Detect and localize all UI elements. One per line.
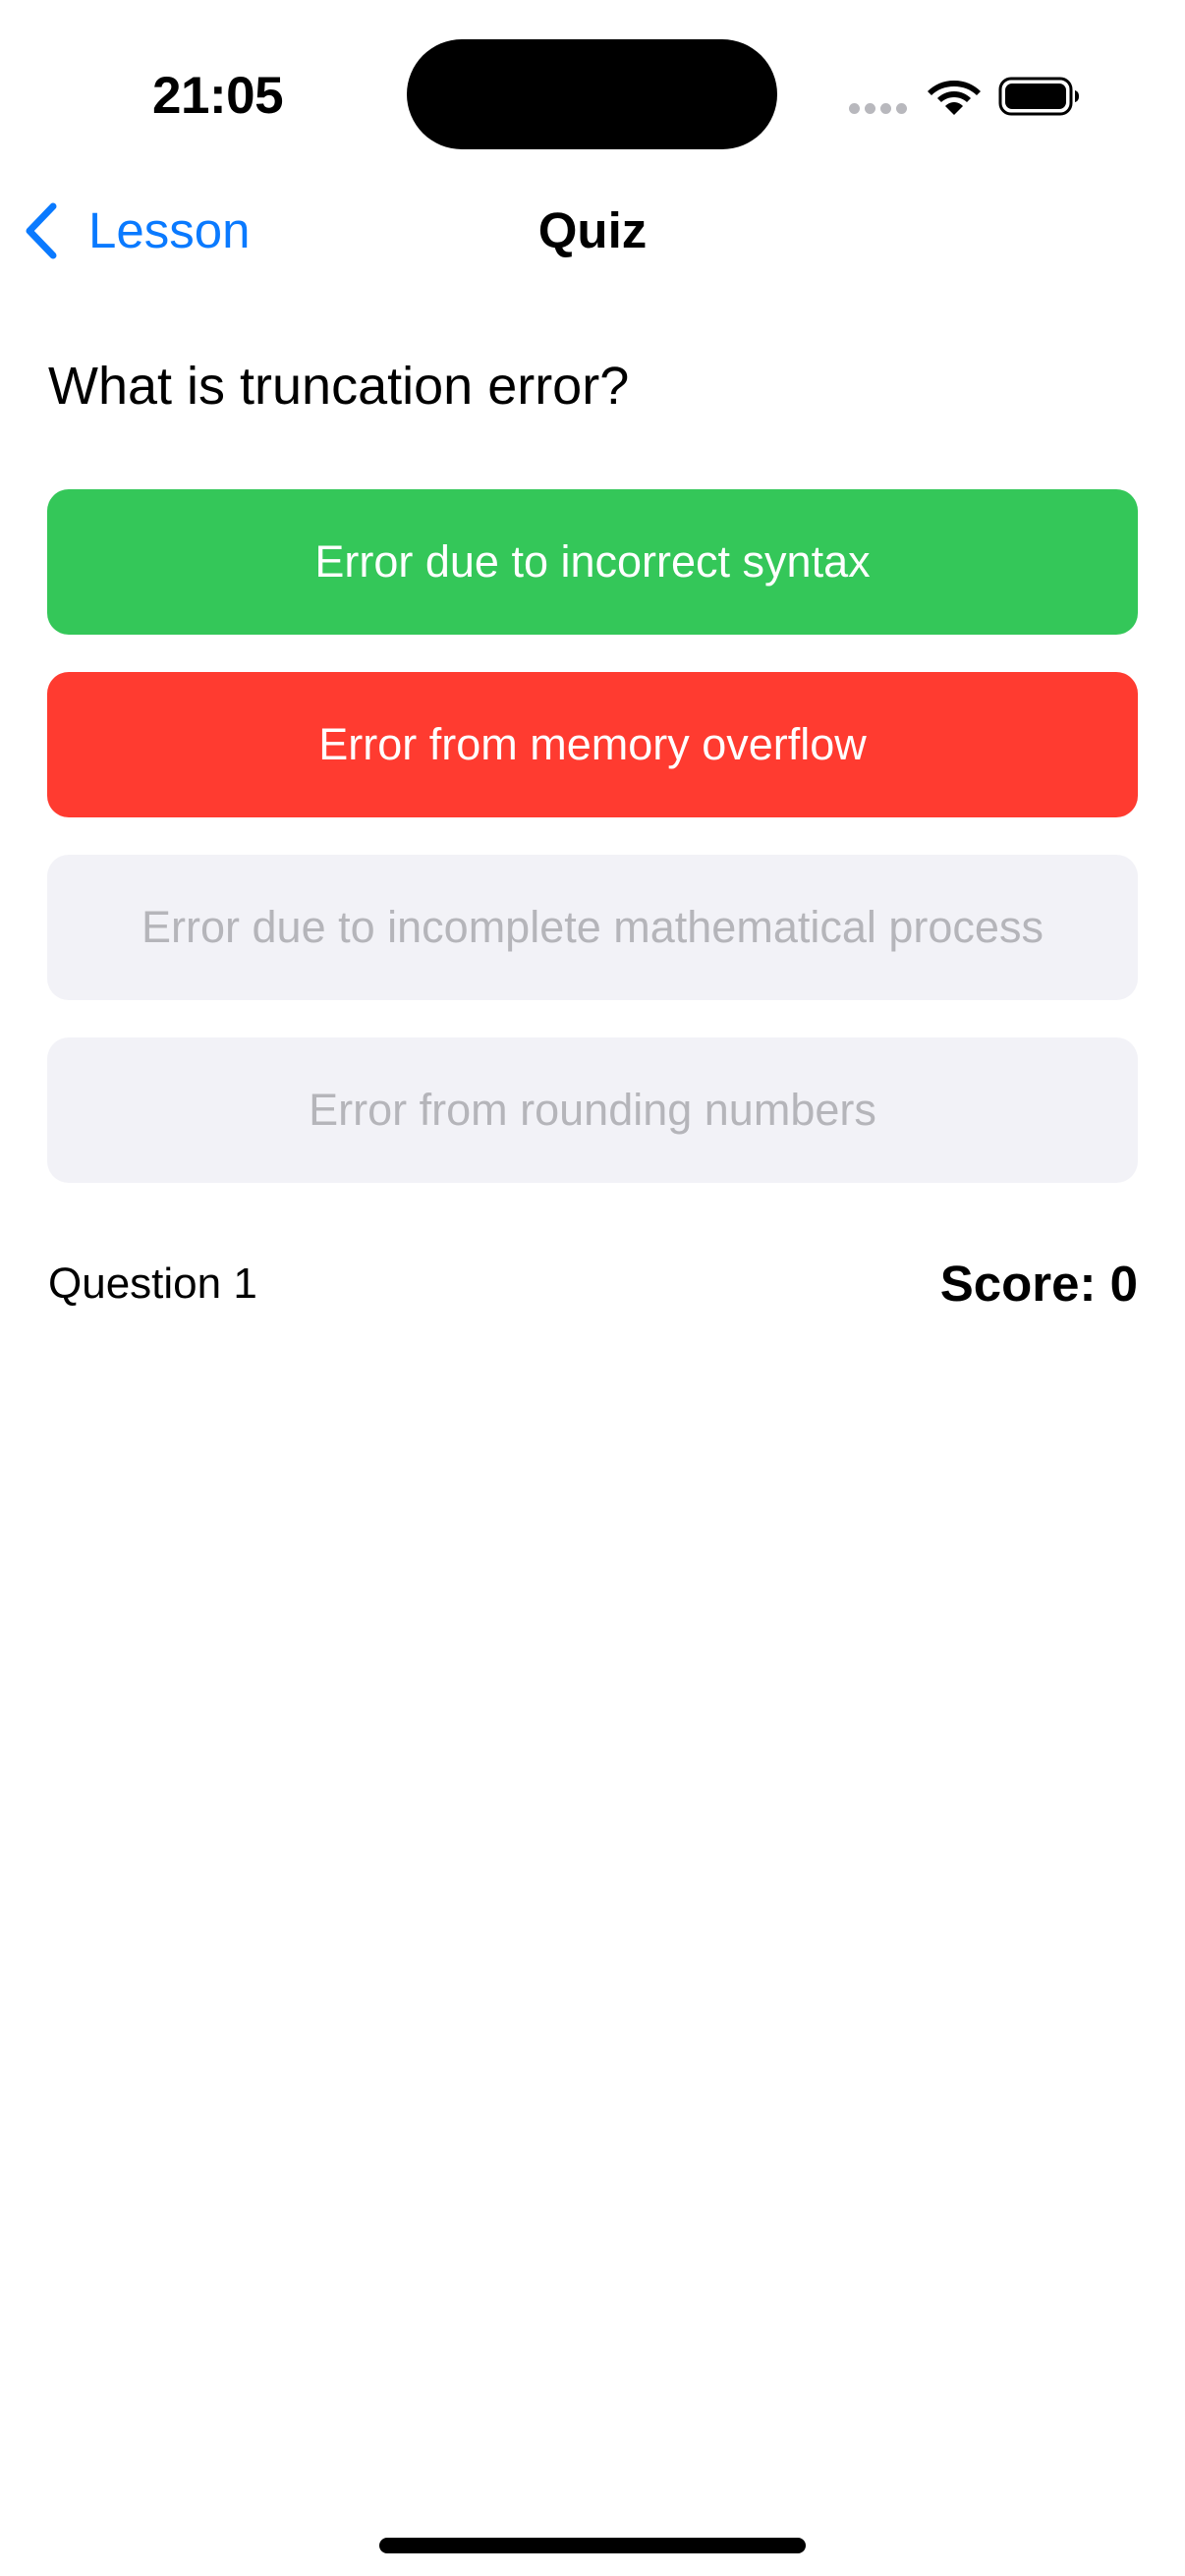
- answer-option-disabled[interactable]: Error from rounding numbers: [47, 1037, 1138, 1183]
- page-title: Quiz: [537, 202, 648, 258]
- question-number: Question 1: [48, 1260, 257, 1308]
- score-label: Score: 0: [939, 1256, 1138, 1312]
- wifi-icon: [928, 81, 981, 115]
- answer-option-correct[interactable]: Error due to incorrect syntax: [47, 489, 1138, 635]
- answer-option-disabled[interactable]: Error due to incomplete mathematical pro…: [47, 855, 1138, 1000]
- dynamic-island: [407, 39, 777, 149]
- answer-option-wrong[interactable]: Error from memory overflow: [47, 672, 1138, 817]
- question-text: What is truncation error?: [48, 357, 630, 416]
- battery-icon: [998, 77, 1079, 116]
- answer-list: Error due to incorrect syntax Error from…: [47, 489, 1138, 1220]
- cellular-signal-icon: [849, 103, 907, 114]
- status-time: 21:05: [152, 67, 284, 125]
- home-indicator[interactable]: [379, 2538, 806, 2553]
